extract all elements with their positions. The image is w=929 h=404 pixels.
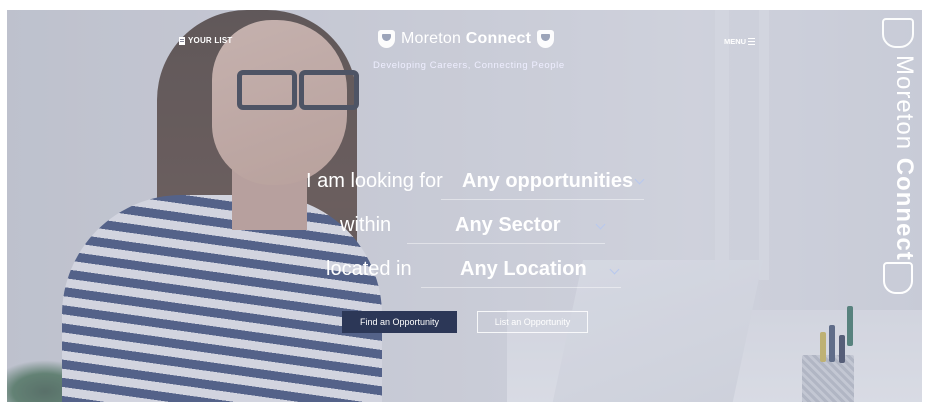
tagline: Developing Careers, Connecting People [373,60,565,71]
select-underline [421,287,621,288]
brand-name-bold: Connect [465,30,532,47]
looking-for-label: I am looking for [306,170,443,192]
within-label: within [340,214,392,236]
located-in-label: located in [326,258,412,280]
document-icon [179,36,185,45]
search-line-2: within [340,214,391,237]
menu-label: MENU [724,37,747,46]
your-list-link[interactable]: YOUR LIST [179,36,232,45]
side-brand-bold: Connect [891,157,918,261]
side-brand-light: Moreton [891,55,918,151]
select-underline [441,199,644,200]
your-list-label: YOUR LIST [188,36,233,45]
sector-select[interactable]: Any Sector [455,214,561,237]
brand-name-light: Moreton [401,30,462,47]
crest-icon [378,30,395,48]
shield-icon [537,30,555,48]
list-opportunity-button[interactable]: List an Opportunity [477,311,588,333]
side-crest-icon [882,18,914,48]
search-line-3: located in [326,258,412,281]
brand-logo[interactable]: Moreton Connect [378,30,555,48]
menu-button[interactable]: MENU [724,37,756,46]
opportunity-type-select[interactable]: Any opportunities [462,170,633,193]
hamburger-icon [748,38,756,45]
select-underline [407,243,605,244]
brand-name: Moreton Connect [401,30,531,48]
find-opportunity-button[interactable]: Find an Opportunity [342,311,457,333]
search-line-1: I am looking for [306,170,443,193]
side-brand: Moreton Connect [874,55,918,265]
side-shield-icon [883,262,913,294]
location-select[interactable]: Any Location [460,258,587,281]
